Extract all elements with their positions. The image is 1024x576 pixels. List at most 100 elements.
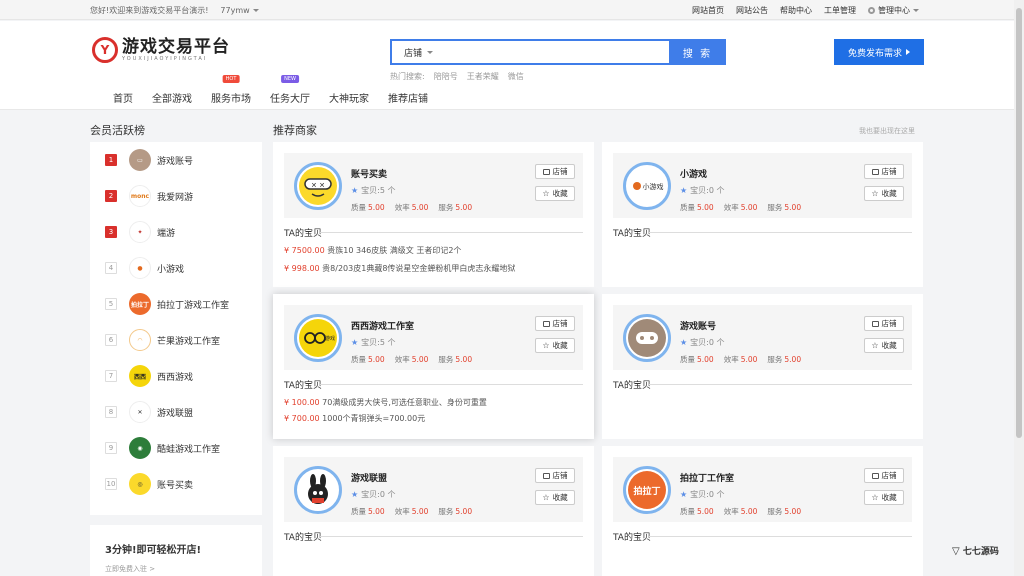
merchant-card: ✕ ✕ 账号买卖 ★ 宝贝:5 个 质量 5.00 效率 5.00 服务 5.00 店铺 ☆… (273, 142, 594, 287)
top-bar: 您好!欢迎来到游戏交易平台演示! 77ymw 网站首页 网站公告 帮助中心 工单… (0, 0, 1024, 20)
admin-menu[interactable]: 管理中心 (868, 5, 919, 16)
favorite-button[interactable]: ☆ 收藏 (535, 338, 575, 353)
merchant-logo[interactable] (623, 314, 671, 362)
scrollbar[interactable] (1014, 0, 1024, 576)
goods-item[interactable]: ¥ 7500.00 贵族10 346皮肤 满级文 王者印记2个 (284, 245, 461, 256)
star-outline-icon: ☆ (871, 492, 879, 502)
nav-task-hall[interactable]: NEW 任务大厅 (270, 75, 310, 105)
star-icon: ★ (351, 490, 359, 499)
join-link[interactable]: 我也要出现在这里 (859, 126, 915, 136)
goods-item[interactable]: ¥ 100.00 70满级成男大侠号,可选任意职业、身份可重置 (284, 397, 487, 408)
list-item[interactable]: 3 ✦ 端游 (90, 214, 262, 250)
shop-button[interactable]: 店铺 (535, 468, 575, 483)
nav-top-players[interactable]: 大神玩家 (329, 90, 369, 105)
merchant-name[interactable]: 游戏账号 (680, 319, 716, 332)
shop-button[interactable]: 店铺 (535, 164, 575, 179)
link-tickets[interactable]: 工单管理 (824, 5, 856, 16)
list-item[interactable]: 6 ◠ 芒果游戏工作室 (90, 322, 262, 358)
rank-title: 会员活跃榜 (90, 124, 145, 137)
merchant-name[interactable]: 西西游戏工作室 (351, 319, 414, 332)
favorite-button[interactable]: ☆ 收藏 (535, 186, 575, 201)
shop-button[interactable]: 店铺 (535, 316, 575, 331)
treasure-label: TA的宝贝 (284, 229, 322, 239)
goods-item[interactable]: ¥ 700.00 1000个青铜弹头=700.00元 (284, 413, 425, 424)
merchant-card: 小游戏 小游戏 ★ 宝贝:0 个 质量 5.00 效率 5.00 服务 5.00 店铺 ☆ 收… (602, 142, 923, 287)
user-menu[interactable]: 77ymw (220, 6, 259, 15)
merchant-name[interactable]: 账号买卖 (351, 167, 387, 180)
merchant-logo[interactable]: 小游戏 (623, 162, 671, 210)
hot-search-link[interactable]: 微信 (508, 71, 524, 82)
list-item[interactable]: 1 ▭ 游戏账号 (90, 142, 262, 178)
merchant-name[interactable]: 拍拉丁工作室 (680, 471, 734, 484)
avatar: ● (129, 257, 151, 279)
nav-service-market[interactable]: HOT 服务市场 (211, 75, 251, 105)
merchant-logo[interactable]: 游戏 (294, 314, 342, 362)
merchant-name[interactable]: 游戏联盟 (351, 471, 387, 484)
goods-item[interactable]: ¥ 998.00 贵8/203皮1典藏8传说星空金蝉粉机甲白虎志永耀地狱 (284, 263, 515, 274)
nav-recommended-shops[interactable]: 推荐店铺 (388, 90, 428, 105)
svg-text:游戏: 游戏 (325, 335, 335, 342)
hot-search-link[interactable]: 王者荣耀 (467, 71, 499, 82)
merchant-card: 游戏联盟 ★ 宝贝:0 个 质量 5.00 效率 5.00 服务 5.00 店铺 ☆ 收藏 T… (273, 446, 594, 576)
open-shop-box: 3分钟!即可轻松开店! 立即免费入驻 > (90, 525, 262, 576)
avatar: ◉ (129, 437, 151, 459)
avatar: 西西 (129, 365, 151, 387)
list-item[interactable]: 8 ✕ 游戏联盟 (90, 394, 262, 430)
link-home[interactable]: 网站首页 (692, 5, 724, 16)
star-icon: ★ (680, 186, 688, 195)
list-item[interactable]: 5 拍拉丁 拍拉丁游戏工作室 (90, 286, 262, 322)
merchant-card: 游戏 西西游戏工作室 ★ 宝贝:5 个 质量 5.00 效率 5.00 服务 5.00 店铺… (273, 294, 594, 439)
nav-all-games[interactable]: 全部游戏 (152, 90, 192, 105)
welcome-text: 您好!欢迎来到游戏交易平台演示! (90, 5, 209, 15)
shop-button[interactable]: 店铺 (864, 468, 904, 483)
nav-home[interactable]: 首页 (113, 90, 133, 105)
list-item[interactable]: 7 西西 西西游戏 (90, 358, 262, 394)
favorite-button[interactable]: ☆ 收藏 (864, 338, 904, 353)
shop-icon (871, 320, 879, 327)
shop-icon (542, 320, 550, 327)
star-outline-icon: ☆ (871, 340, 879, 350)
search-button[interactable]: 搜 索 (669, 39, 726, 65)
merchant-logo[interactable]: 拍拉丁 (623, 466, 671, 514)
hot-search-link[interactable]: 陪陪号 (434, 71, 458, 82)
treasure-label: TA的宝贝 (613, 533, 651, 543)
merchants-title: 推荐商家 (273, 124, 317, 137)
shop-button[interactable]: 店铺 (864, 164, 904, 179)
chevron-down-icon (427, 50, 434, 54)
hot-search: 热门搜索: 陪陪号 王者荣耀 微信 (390, 71, 524, 82)
member-rank-list: 1 ▭ 游戏账号 2 monc 我爱网游 3 ✦ 端游 4 ● 小游戏 5 拍拉丁 拍拉丁游戏工作室… (90, 142, 262, 515)
star-icon: ★ (351, 338, 359, 347)
merchant-logo[interactable] (294, 466, 342, 514)
link-notice[interactable]: 网站公告 (736, 5, 768, 16)
link-help[interactable]: 帮助中心 (780, 5, 812, 16)
avatar: 拍拉丁 (129, 293, 151, 315)
shop-icon (871, 472, 879, 479)
gear-icon (868, 6, 875, 14)
list-item[interactable]: 9 ◉ 酷蛙游戏工作室 (90, 430, 262, 466)
list-item[interactable]: 2 monc 我爱网游 (90, 178, 262, 214)
publish-demand-button[interactable]: 免费发布需求 (834, 39, 924, 65)
shop-button[interactable]: 店铺 (864, 316, 904, 331)
merchant-name[interactable]: 小游戏 (680, 167, 707, 180)
hot-badge: HOT (222, 75, 240, 83)
list-item[interactable]: 10 ◎ 账号买卖 (90, 466, 262, 502)
treasure-label: TA的宝贝 (284, 381, 322, 391)
avatar: monc (129, 185, 151, 207)
favorite-button[interactable]: ☆ 收藏 (864, 490, 904, 505)
open-shop-link[interactable]: 立即免费入驻 > (105, 564, 247, 574)
treasure-label: TA的宝贝 (613, 381, 651, 391)
chevron-down-icon (252, 8, 259, 12)
site-logo[interactable]: Y 游戏交易平台 YOUXIJIAOYIPINGTAI (92, 37, 230, 63)
watermark-logo: ▽ 七七源码 (952, 546, 999, 557)
star-icon: ★ (351, 186, 359, 195)
merchant-logo[interactable]: ✕ ✕ (294, 162, 342, 210)
search-type-select[interactable]: 店铺 (390, 39, 669, 65)
scrollbar-thumb[interactable] (1016, 8, 1022, 438)
favorite-button[interactable]: ☆ 收藏 (864, 186, 904, 201)
favorite-button[interactable]: ☆ 收藏 (535, 490, 575, 505)
svg-text:拍拉丁: 拍拉丁 (633, 485, 660, 497)
header: Y 游戏交易平台 YOUXIJIAOYIPINGTAI 店铺 搜 索 热门搜索:… (0, 21, 1014, 110)
divider (649, 232, 912, 233)
star-outline-icon: ☆ (542, 340, 550, 350)
list-item[interactable]: 4 ● 小游戏 (90, 250, 262, 286)
